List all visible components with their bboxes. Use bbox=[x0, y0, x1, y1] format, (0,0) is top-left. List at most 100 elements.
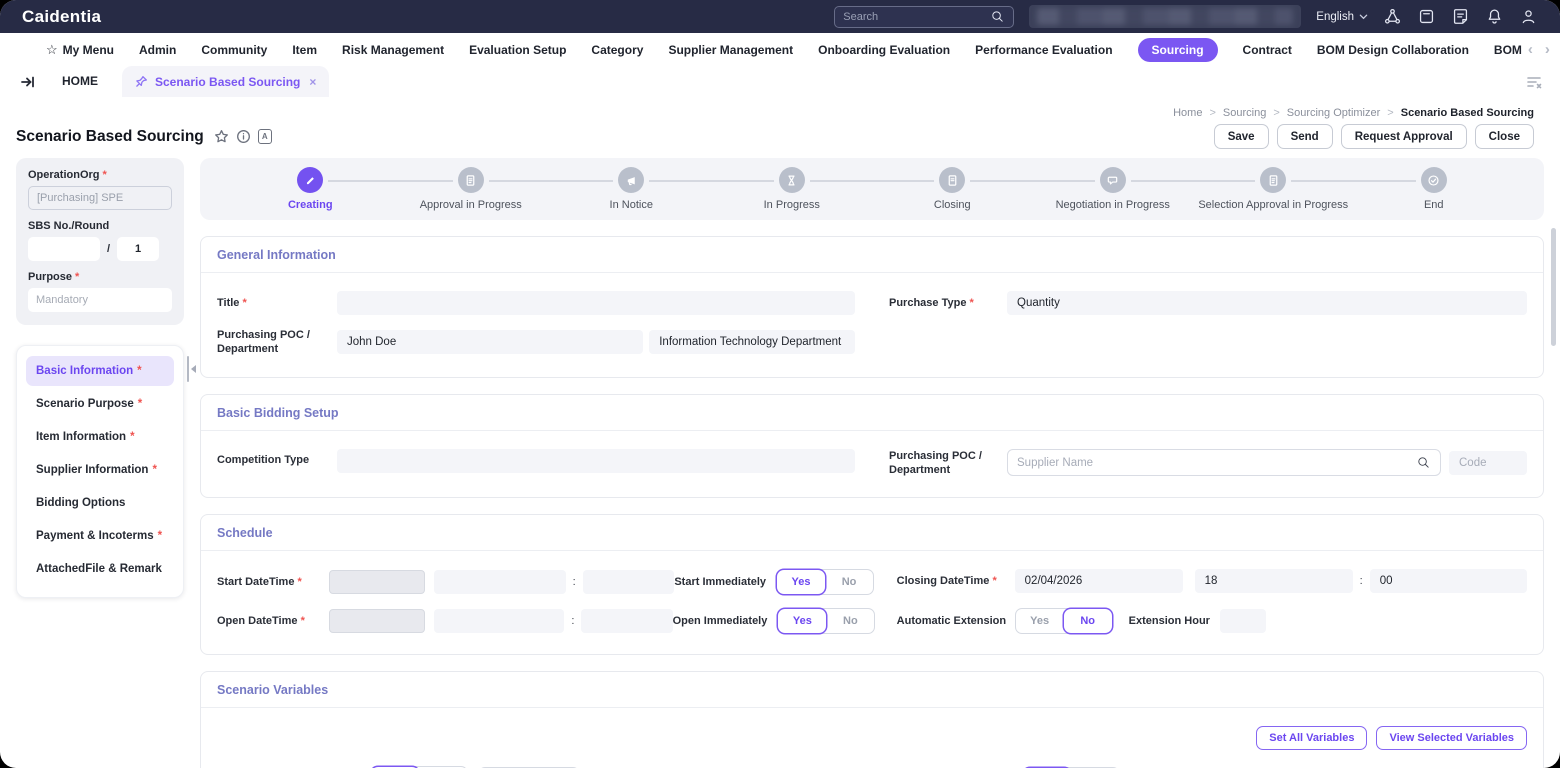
nav-item-item[interactable]: Item bbox=[292, 43, 317, 57]
section-nav-panel: Basic Information* Scenario Purpose* Ite… bbox=[16, 345, 184, 598]
open-hour-field[interactable] bbox=[434, 609, 565, 633]
notes-icon[interactable] bbox=[1451, 7, 1470, 26]
language-selector[interactable]: English bbox=[1316, 11, 1368, 23]
tab-scenario-based-sourcing[interactable]: Scenario Based Sourcing × bbox=[122, 66, 329, 97]
user-icon[interactable] bbox=[1519, 7, 1538, 26]
closing-hour-field[interactable]: 18 bbox=[1195, 569, 1353, 593]
no-option[interactable]: No bbox=[1064, 609, 1112, 633]
supplier-name-input[interactable] bbox=[1017, 457, 1416, 469]
nav-item-contract[interactable]: Contract bbox=[1243, 43, 1292, 57]
poc-department-label: Purchasing POC / Department bbox=[217, 328, 337, 357]
nav-item-risk-management[interactable]: Risk Management bbox=[342, 43, 444, 57]
sidebar-collapse-handle[interactable] bbox=[187, 354, 199, 384]
send-button[interactable]: Send bbox=[1277, 124, 1333, 149]
breadcrumb-home[interactable]: Home bbox=[1173, 107, 1202, 119]
breadcrumb-current: Scenario Based Sourcing bbox=[1401, 107, 1534, 119]
start-minute-field[interactable] bbox=[583, 570, 675, 594]
topbar: Caidentia English bbox=[0, 0, 1560, 33]
nav-item-community[interactable]: Community bbox=[201, 43, 267, 57]
save-button[interactable]: Save bbox=[1214, 124, 1269, 149]
tab-options-icon[interactable] bbox=[1526, 75, 1542, 89]
poc-name-field[interactable]: John Doe bbox=[337, 330, 643, 354]
no-option[interactable]: No bbox=[825, 570, 873, 594]
sbs-label: SBS No./Round bbox=[28, 220, 109, 232]
global-search-input[interactable] bbox=[843, 11, 990, 23]
open-minute-field[interactable] bbox=[581, 609, 672, 633]
supplier-code-field[interactable]: Code bbox=[1449, 451, 1527, 475]
extension-hour-field[interactable] bbox=[1220, 609, 1266, 633]
start-hour-field[interactable] bbox=[434, 570, 565, 594]
tab-label: Scenario Based Sourcing bbox=[155, 75, 300, 89]
automatic-extension-toggle: Yes No bbox=[1015, 608, 1113, 634]
status-stepper: Creating Approval in Progress In Notice … bbox=[200, 158, 1544, 220]
megaphone-icon bbox=[625, 174, 638, 187]
operation-org-field[interactable]: [Purchasing] SPE bbox=[28, 186, 172, 210]
sidebar-item-item-information[interactable]: Item Information* bbox=[26, 422, 174, 452]
sbs-round-field[interactable]: 1 bbox=[117, 237, 159, 261]
sidebar-item-basic-information[interactable]: Basic Information* bbox=[26, 356, 174, 386]
left-sidebar: OperationOrg* [Purchasing] SPE SBS No./R… bbox=[16, 158, 184, 598]
breadcrumb-sourcing-optimizer[interactable]: Sourcing Optimizer bbox=[1287, 107, 1381, 119]
bidding-poc-label: Purchasing POC / Department bbox=[889, 449, 1007, 478]
global-search[interactable] bbox=[834, 6, 1014, 28]
yes-option[interactable]: Yes bbox=[1016, 609, 1064, 633]
nav-item-bom[interactable]: BOM bbox=[1494, 43, 1522, 57]
scenario-variables-section: Scenario Variables Set All Variables Vie… bbox=[200, 671, 1544, 768]
search-icon[interactable] bbox=[990, 9, 1005, 24]
start-immediately-toggle: Yes No bbox=[776, 569, 874, 595]
bell-icon[interactable] bbox=[1485, 7, 1504, 26]
nav-scroll-right-icon[interactable]: › bbox=[1545, 41, 1550, 58]
document-badge-icon[interactable]: A bbox=[258, 129, 272, 144]
calendar-icon[interactable] bbox=[1417, 7, 1436, 26]
poc-department-field[interactable]: Information Technology Department bbox=[649, 330, 855, 354]
sidebar-item-payment-incoterms[interactable]: Payment & Incoterms* bbox=[26, 521, 174, 551]
sidebar-item-scenario-purpose[interactable]: Scenario Purpose* bbox=[26, 389, 174, 419]
step-in-notice: In Notice bbox=[551, 167, 712, 220]
no-option[interactable]: No bbox=[826, 609, 874, 633]
nav-item-admin[interactable]: Admin bbox=[139, 43, 176, 57]
vertical-scrollbar[interactable] bbox=[1551, 228, 1556, 346]
nav-item-performance-evaluation[interactable]: Performance Evaluation bbox=[975, 43, 1112, 57]
nav-item-sourcing[interactable]: Sourcing bbox=[1138, 38, 1218, 62]
nav-scroll-left-icon[interactable]: ‹ bbox=[1528, 41, 1533, 58]
favorite-star-icon[interactable] bbox=[214, 129, 229, 144]
operation-org-label: OperationOrg bbox=[28, 169, 100, 181]
app-window: Caidentia English ☆My Menu Admin Communi… bbox=[0, 0, 1560, 768]
nav-item-bom-design-collaboration[interactable]: BOM Design Collaboration bbox=[1317, 43, 1469, 57]
close-button[interactable]: Close bbox=[1475, 124, 1534, 149]
step-selection-approval-in-progress: Selection Approval in Progress bbox=[1193, 167, 1354, 220]
purpose-field[interactable]: Mandatory bbox=[28, 288, 172, 312]
sidebar-item-bidding-options[interactable]: Bidding Options bbox=[26, 488, 174, 518]
sbs-number-field[interactable] bbox=[28, 237, 100, 261]
search-icon[interactable] bbox=[1416, 455, 1431, 470]
tab-close-icon[interactable]: × bbox=[309, 75, 316, 89]
closing-minute-field[interactable]: 00 bbox=[1370, 569, 1527, 593]
view-selected-variables-button[interactable]: View Selected Variables bbox=[1376, 726, 1527, 750]
yes-option[interactable]: Yes bbox=[778, 609, 826, 633]
closing-date-field[interactable]: 02/04/2026 bbox=[1015, 569, 1183, 593]
title-field[interactable] bbox=[337, 291, 855, 315]
nav-item-supplier-management[interactable]: Supplier Management bbox=[668, 43, 793, 57]
competition-type-field[interactable] bbox=[337, 449, 855, 473]
sidebar-item-attachedfile-remark[interactable]: AttachedFile & Remark bbox=[26, 554, 174, 584]
set-all-variables-button[interactable]: Set All Variables bbox=[1256, 726, 1367, 750]
breadcrumb-sourcing[interactable]: Sourcing bbox=[1223, 107, 1266, 119]
supplier-search-field[interactable] bbox=[1007, 449, 1441, 476]
tab-home[interactable]: HOME bbox=[36, 74, 122, 97]
step-closing: Closing bbox=[872, 167, 1033, 220]
nav-item-onboarding-evaluation[interactable]: Onboarding Evaluation bbox=[818, 43, 950, 57]
nav-item-category[interactable]: Category bbox=[591, 43, 643, 57]
purchase-type-field[interactable]: Quantity bbox=[1007, 291, 1527, 315]
org-chart-icon[interactable] bbox=[1383, 7, 1402, 26]
nav-item-evaluation-setup[interactable]: Evaluation Setup bbox=[469, 43, 566, 57]
section-title: Schedule bbox=[201, 515, 1543, 551]
nav-item-my-menu[interactable]: ☆My Menu bbox=[46, 42, 114, 58]
expand-panel-icon[interactable] bbox=[20, 74, 36, 90]
yes-option[interactable]: Yes bbox=[777, 570, 825, 594]
sidebar-item-supplier-information[interactable]: Supplier Information* bbox=[26, 455, 174, 485]
purpose-label: Purpose bbox=[28, 271, 72, 283]
basic-bidding-setup-section: Basic Bidding Setup Competition Type Pur… bbox=[200, 394, 1544, 499]
info-icon[interactable] bbox=[236, 129, 251, 144]
section-title: Scenario Variables bbox=[201, 672, 1543, 708]
request-approval-button[interactable]: Request Approval bbox=[1341, 124, 1467, 149]
